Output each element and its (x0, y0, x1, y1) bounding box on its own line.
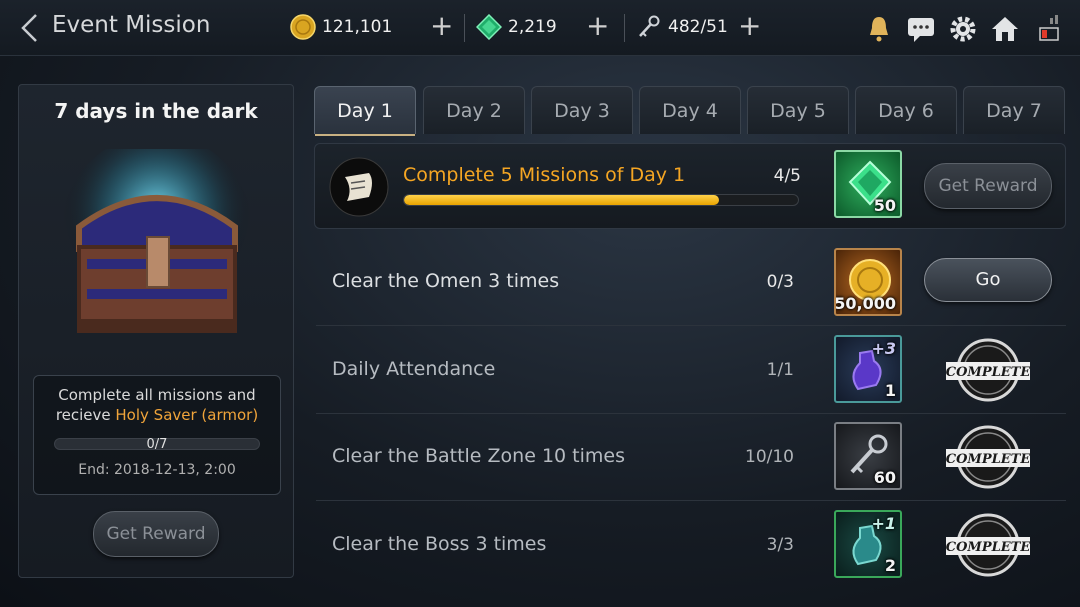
complete-stamp-icon: COMPLETE (946, 425, 1032, 489)
divider (624, 14, 625, 42)
summary-count: 4/5 (773, 166, 801, 186)
mission-reward-bonus: +1 (871, 514, 896, 533)
tab-day-3[interactable]: Day 3 (531, 86, 633, 134)
event-end-date: End: 2018-12-13, 2:00 (78, 462, 236, 478)
reward-item-name: Holy Saver (armor) (115, 406, 259, 424)
mission-reward-slot[interactable]: 50,000 (834, 248, 902, 316)
page-title: Event Mission (52, 12, 211, 38)
go-button[interactable]: Go (924, 258, 1052, 302)
mission-count: 3/3 (766, 535, 794, 555)
bell-icon[interactable] (864, 14, 894, 44)
event-description-line1: Complete all missions and (58, 386, 256, 404)
mission-name: Clear the Boss 3 times (332, 533, 547, 555)
event-title: 7 days in the dark (54, 99, 258, 123)
gold-amount: 121,101 (322, 17, 393, 37)
summary-title: Complete 5 Missions of Day 1 (403, 164, 686, 186)
back-arrow-icon[interactable] (18, 13, 42, 43)
complete-stamp-text: COMPLETE (946, 540, 1032, 555)
gem-icon (476, 14, 502, 40)
gold-coin-icon (290, 14, 316, 40)
home-icon[interactable] (990, 14, 1020, 44)
mission-reward-slot[interactable]: +1 2 (834, 510, 902, 578)
mission-name: Clear the Omen 3 times (332, 270, 560, 292)
mission-reward-qty: 50,000 (834, 294, 896, 313)
gear-icon[interactable] (948, 14, 978, 44)
complete-stamp-icon: COMPLETE (946, 513, 1032, 577)
divider (464, 14, 465, 42)
key-display: 482/51 (636, 14, 728, 40)
scroll-icon (329, 157, 389, 217)
mission-count: 0/3 (766, 272, 794, 292)
mission-name: Daily Attendance (332, 358, 496, 380)
tab-day-7[interactable]: Day 7 (963, 86, 1065, 134)
mission-reward-slot[interactable]: 60 (834, 422, 902, 490)
event-description-prefix: recieve (55, 406, 116, 424)
event-panel: 7 days in the dark Complete all missions… (18, 84, 294, 578)
mission-count: 10/10 (745, 447, 794, 467)
event-info-box: Complete all missions and recieve Holy S… (33, 375, 281, 495)
summary-progress-bar (403, 194, 799, 206)
summary-progress-fill (404, 195, 720, 205)
gold-display: 121,101 (290, 14, 392, 40)
mission-reward-qty: 1 (884, 381, 896, 400)
mission-reward-qty: 60 (873, 468, 896, 487)
tab-day-2[interactable]: Day 2 (423, 86, 525, 134)
event-progress-count: 0/7 (146, 437, 168, 452)
add-gold-button[interactable]: + (430, 12, 453, 40)
summary-reward-qty: 50 (873, 196, 896, 215)
tab-day-6[interactable]: Day 6 (855, 86, 957, 134)
mission-count: 1/1 (766, 360, 794, 380)
key-icon (639, 15, 660, 37)
summary-get-reward-button[interactable]: Get Reward (924, 163, 1052, 209)
treasure-chest-icon (62, 149, 252, 333)
gem-amount: 2,219 (508, 17, 557, 37)
mission-reward-slot[interactable]: +3 1 (834, 335, 902, 403)
top-bar: Event Mission 121,101 + 2,219 + 482/51 + (0, 0, 1080, 56)
complete-stamp-text: COMPLETE (946, 452, 1032, 467)
chat-icon[interactable] (906, 14, 936, 44)
summary-reward-slot[interactable]: 50 (834, 150, 902, 218)
key-amount: 482/51 (668, 17, 728, 37)
tab-day-4[interactable]: Day 4 (639, 86, 741, 134)
tab-day-5[interactable]: Day 5 (747, 86, 849, 134)
event-get-reward-button[interactable]: Get Reward (93, 511, 219, 557)
complete-stamp-text: COMPLETE (946, 365, 1032, 380)
battery-icon (1039, 15, 1059, 41)
gem-display: 2,219 (476, 14, 557, 40)
add-gem-button[interactable]: + (586, 12, 609, 40)
mission-name: Clear the Battle Zone 10 times (332, 445, 625, 467)
mission-reward-qty: 2 (884, 556, 896, 575)
add-key-button[interactable]: + (738, 12, 761, 40)
tab-day-1[interactable]: Day 1 (314, 86, 416, 136)
event-description-line2: recieve Holy Saver (armor) (34, 406, 280, 424)
mission-reward-bonus: +3 (871, 339, 896, 358)
complete-stamp-icon: COMPLETE (946, 338, 1032, 402)
